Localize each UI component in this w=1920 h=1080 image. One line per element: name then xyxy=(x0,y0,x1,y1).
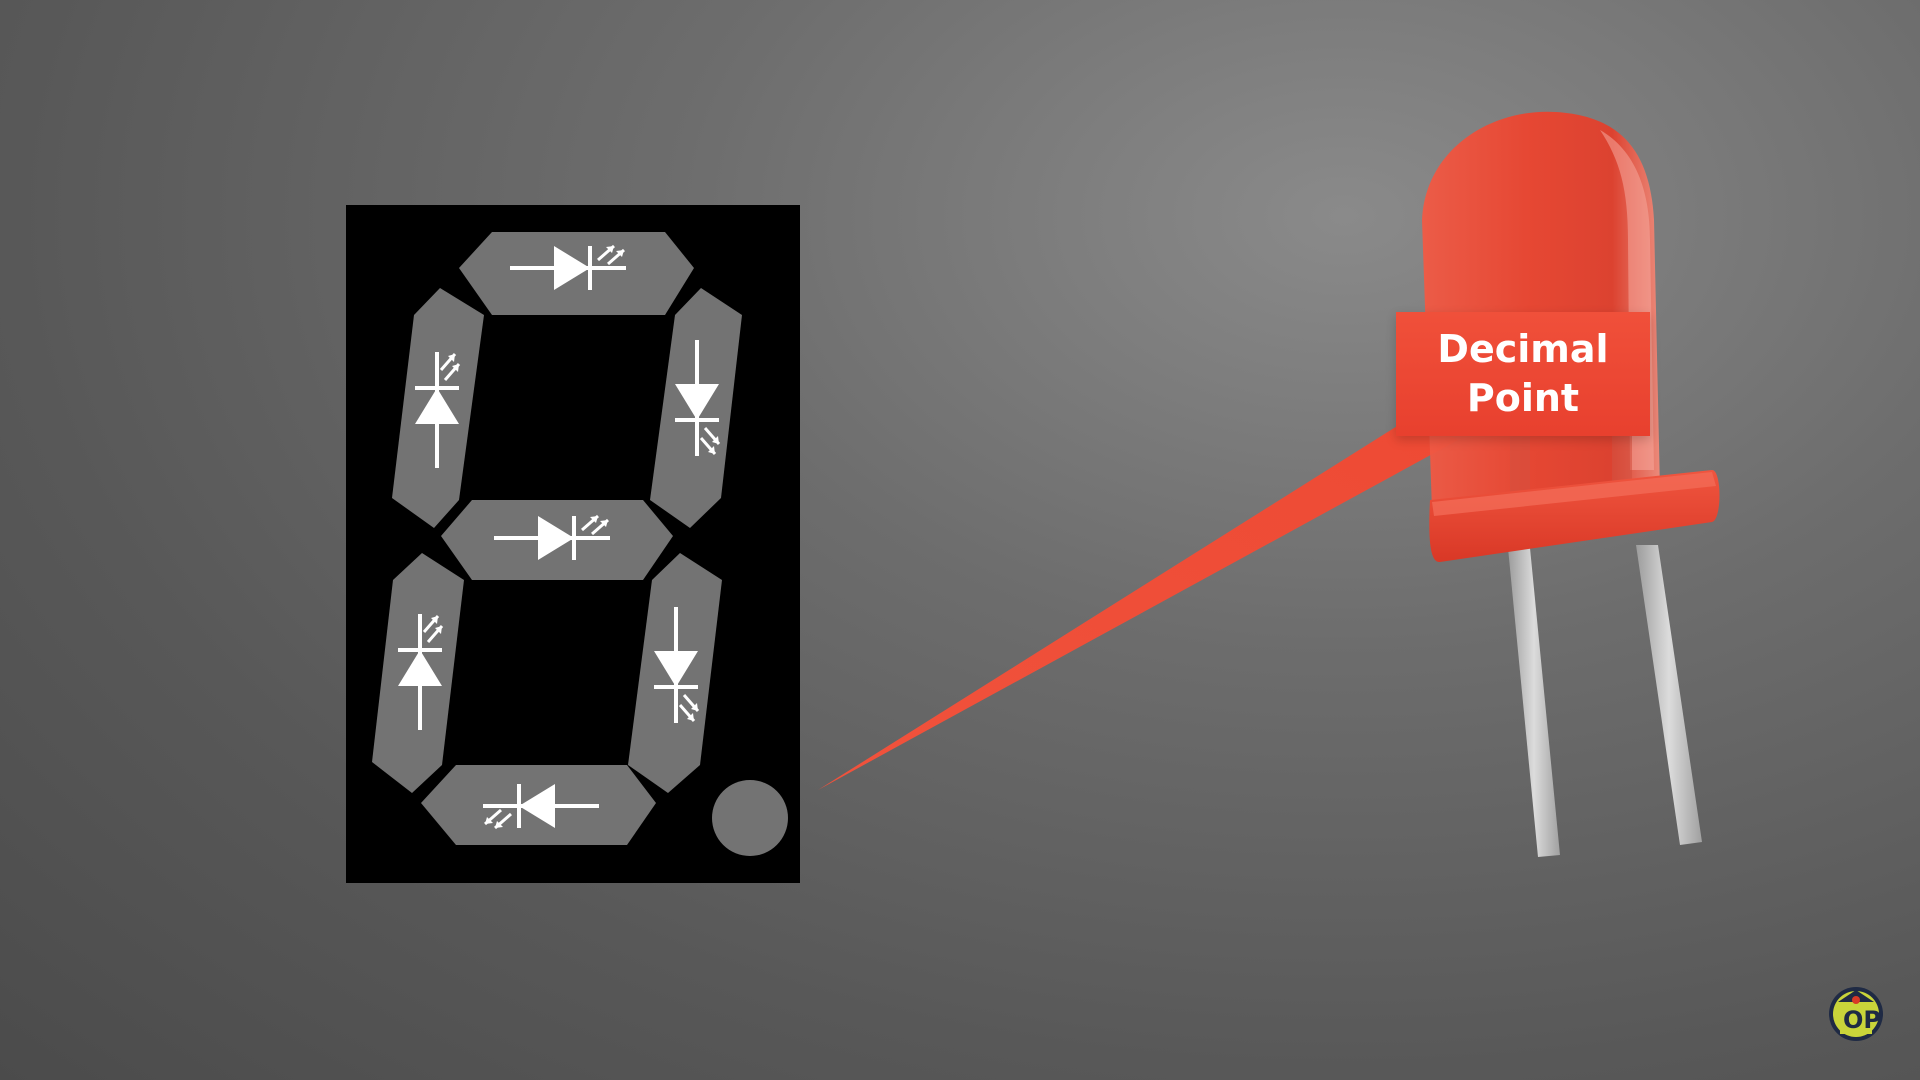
led-illustration xyxy=(1422,111,1720,857)
led-leg-right xyxy=(1636,545,1702,845)
diagram-canvas: OP xyxy=(346,111,1883,1041)
led-leg-left xyxy=(1508,548,1560,857)
decimal-point-segment xyxy=(712,780,788,856)
segment-a xyxy=(459,232,694,315)
svg-text:OP: OP xyxy=(1843,1006,1881,1034)
decimal-point-label: Decimal Point xyxy=(1396,312,1650,436)
op-logo-icon: OP xyxy=(1829,987,1883,1041)
callout-line-1: Decimal xyxy=(1437,327,1609,371)
seven-segment-display xyxy=(346,205,800,883)
callout-pointer xyxy=(818,418,1458,790)
callout-line-2: Point xyxy=(1466,376,1580,420)
segment-d xyxy=(421,765,656,845)
segment-g xyxy=(441,500,673,580)
